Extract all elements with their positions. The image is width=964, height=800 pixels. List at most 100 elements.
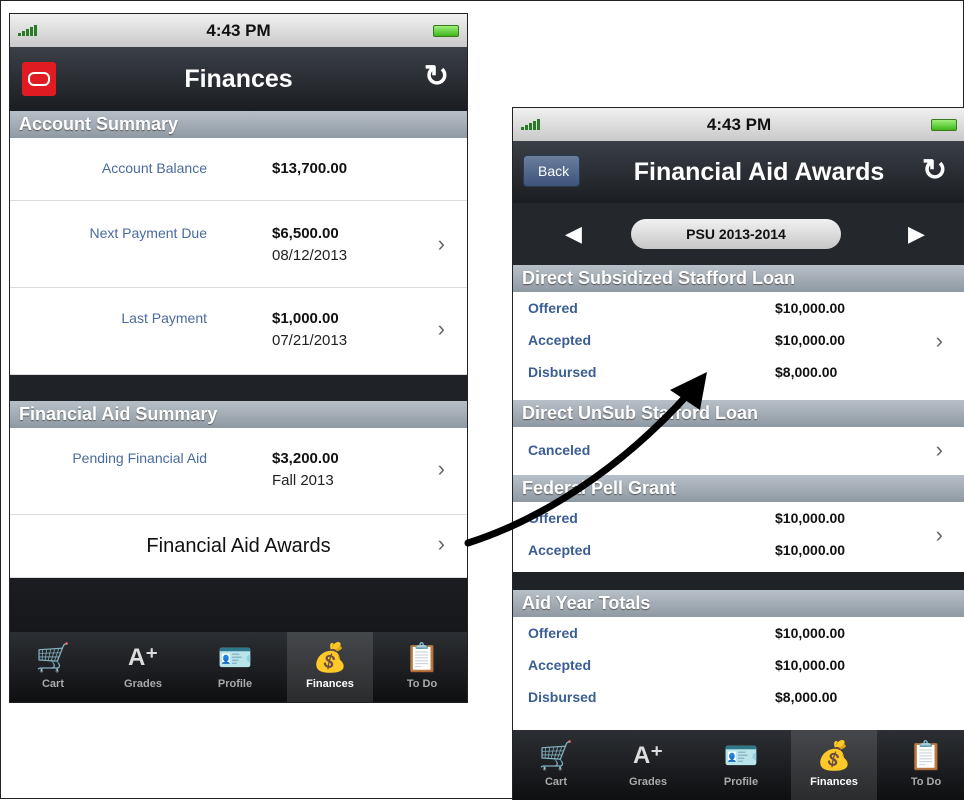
cart-icon: 🛒 bbox=[35, 642, 71, 673]
award-amount: $10,000.00 bbox=[775, 625, 846, 641]
profile-icon: 🪪 bbox=[723, 740, 759, 771]
tab-grades[interactable]: A⁺ Grades bbox=[100, 632, 186, 702]
award-amount: $10,000.00 bbox=[775, 510, 846, 526]
unsub-loan-row[interactable]: Canceled › bbox=[513, 427, 964, 475]
subsidized-loan-row[interactable]: Offered $10,000.00 Accepted $10,000.00 Dis… bbox=[513, 292, 964, 400]
award-label: Offered bbox=[528, 300, 578, 316]
tab-label: Cart bbox=[41, 678, 64, 690]
tab-profile[interactable]: 🪪 Profile bbox=[698, 730, 784, 800]
last-payment-row[interactable]: Last Payment $1,000.00 07/21/2013 › bbox=[10, 288, 467, 375]
tab-label: To Do bbox=[910, 776, 942, 788]
signal-icon bbox=[18, 25, 40, 36]
award-amount: $8,000.00 bbox=[775, 689, 838, 705]
grades-icon: A⁺ bbox=[128, 644, 158, 671]
award-row: Accepted $10,000.00 bbox=[513, 324, 964, 356]
award-row: Accepted $10,000.00 bbox=[513, 534, 964, 566]
link-label: Financial Aid Awards bbox=[146, 535, 331, 557]
tab-profile[interactable]: 🪪 Profile bbox=[192, 632, 278, 702]
award-row: Disbursed $8,000.00 bbox=[513, 356, 964, 388]
aid-year-selector: ◀ PSU 2013-2014 ▶ bbox=[513, 203, 964, 265]
aid-year-pill[interactable]: PSU 2013-2014 bbox=[631, 219, 841, 249]
tab-label: Grades bbox=[124, 678, 162, 690]
nav-bar: Finances ↻ bbox=[10, 47, 467, 111]
signal-icon bbox=[521, 119, 543, 130]
profile-icon: 🪪 bbox=[217, 642, 253, 673]
page-title: Finances bbox=[184, 65, 293, 93]
award-label: Accepted bbox=[528, 542, 592, 558]
award-row: Canceled bbox=[513, 434, 964, 466]
section-header: Federal Pell Grant bbox=[513, 475, 964, 502]
section-header: Direct Subsidized Stafford Loan bbox=[513, 265, 964, 292]
tab-bar: 🛒 Cart A⁺ Grades 🪪 Profile 💰 Finances 📋 … bbox=[10, 578, 467, 702]
refresh-icon[interactable]: ↻ bbox=[424, 59, 449, 94]
award-amount: $10,000.00 bbox=[775, 332, 846, 348]
finances-screen: 4:43 PM Finances ↻ Account Summary Accou… bbox=[9, 13, 468, 703]
tab-label: Profile bbox=[723, 776, 759, 788]
row-label: Pending Financial Aid bbox=[72, 450, 207, 466]
chevron-right-icon: › bbox=[437, 231, 445, 256]
chevron-right-icon: › bbox=[935, 522, 943, 547]
award-amount: $10,000.00 bbox=[775, 542, 846, 558]
row-label: Next Payment Due bbox=[89, 225, 208, 241]
spacer-band bbox=[513, 572, 964, 590]
award-row: Offered $10,000.00 bbox=[513, 292, 964, 324]
nav-bar: Back Financial Aid Awards ↻ bbox=[513, 141, 964, 203]
tab-todo[interactable]: 📋 To Do bbox=[883, 730, 964, 800]
grades-icon: A⁺ bbox=[633, 742, 663, 769]
financial-aid-awards-link[interactable]: Financial Aid Awards › bbox=[10, 515, 467, 578]
award-row: Accepted $10,000.00 bbox=[513, 649, 964, 681]
financial-aid-awards-screen: 4:43 PM Back Financial Aid Awards ↻ ◀ PS… bbox=[512, 107, 964, 800]
award-label: Accepted bbox=[528, 657, 592, 673]
chevron-right-icon: › bbox=[437, 531, 445, 556]
aid-year-totals-row: Offered $10,000.00 Accepted $10,000.00 Dis… bbox=[513, 617, 964, 727]
chevron-right-icon: › bbox=[437, 316, 445, 341]
tab-finances[interactable]: 💰 Finances bbox=[287, 632, 373, 702]
aid-summary-header: Financial Aid Summary bbox=[10, 401, 467, 428]
row-label: Account Balance bbox=[101, 160, 207, 176]
tab-finances[interactable]: 💰 Finances bbox=[791, 730, 877, 800]
status-bar: 4:43 PM bbox=[10, 14, 467, 47]
tab-label: Grades bbox=[629, 776, 667, 788]
award-row: Offered $10,000.00 bbox=[513, 502, 964, 534]
status-time: 4:43 PM bbox=[706, 115, 772, 134]
row-amount: $6,500.00 bbox=[272, 225, 339, 242]
spacer-band bbox=[10, 375, 467, 401]
tab-grades[interactable]: A⁺ Grades bbox=[605, 730, 691, 800]
chevron-right-icon: › bbox=[437, 456, 445, 481]
cart-icon: 🛒 bbox=[538, 740, 574, 771]
chevron-right-icon: › bbox=[935, 437, 943, 462]
award-label: Offered bbox=[528, 625, 578, 641]
refresh-icon[interactable]: ↻ bbox=[922, 153, 947, 188]
tab-label: Finances bbox=[306, 678, 354, 690]
award-label: Disbursed bbox=[528, 364, 597, 380]
status-bar: 4:43 PM bbox=[513, 108, 964, 141]
tab-cart[interactable]: 🛒 Cart bbox=[10, 632, 96, 702]
row-amount: $13,700.00 bbox=[272, 160, 348, 177]
tab-todo[interactable]: 📋 To Do bbox=[379, 632, 465, 702]
todo-icon: 📋 bbox=[404, 642, 440, 673]
row-date: 07/21/2013 bbox=[272, 332, 348, 349]
row-date: 08/12/2013 bbox=[272, 247, 348, 264]
row-label: Last Payment bbox=[121, 310, 207, 326]
row-amount: $3,200.00 bbox=[272, 450, 339, 467]
previous-year-arrow-icon[interactable]: ◀ bbox=[565, 221, 582, 247]
chevron-right-icon: › bbox=[935, 328, 943, 353]
account-summary-header: Account Summary bbox=[10, 111, 467, 138]
battery-icon bbox=[931, 119, 957, 131]
tab-label: Cart bbox=[544, 776, 567, 788]
tab-cart[interactable]: 🛒 Cart bbox=[513, 730, 599, 800]
section-header: Direct UnSub Stafford Loan bbox=[513, 400, 964, 427]
todo-icon: 📋 bbox=[908, 740, 944, 771]
next-year-arrow-icon[interactable]: ▶ bbox=[908, 221, 925, 247]
pending-aid-row[interactable]: Pending Financial Aid $3,200.00 Fall 201… bbox=[10, 428, 467, 515]
row-amount: $1,000.00 bbox=[272, 310, 339, 327]
finances-icon: 💰 bbox=[312, 642, 348, 673]
award-row: Offered $10,000.00 bbox=[513, 617, 964, 649]
section-header: Aid Year Totals bbox=[513, 590, 964, 617]
award-label: Accepted bbox=[528, 332, 592, 348]
battery-icon bbox=[433, 25, 459, 37]
tab-label: To Do bbox=[406, 678, 438, 690]
next-payment-row[interactable]: Next Payment Due $6,500.00 08/12/2013 › bbox=[10, 201, 467, 288]
award-amount: $8,000.00 bbox=[775, 364, 838, 380]
pell-grant-row[interactable]: Offered $10,000.00 Accepted $10,000.00 › bbox=[513, 502, 964, 572]
